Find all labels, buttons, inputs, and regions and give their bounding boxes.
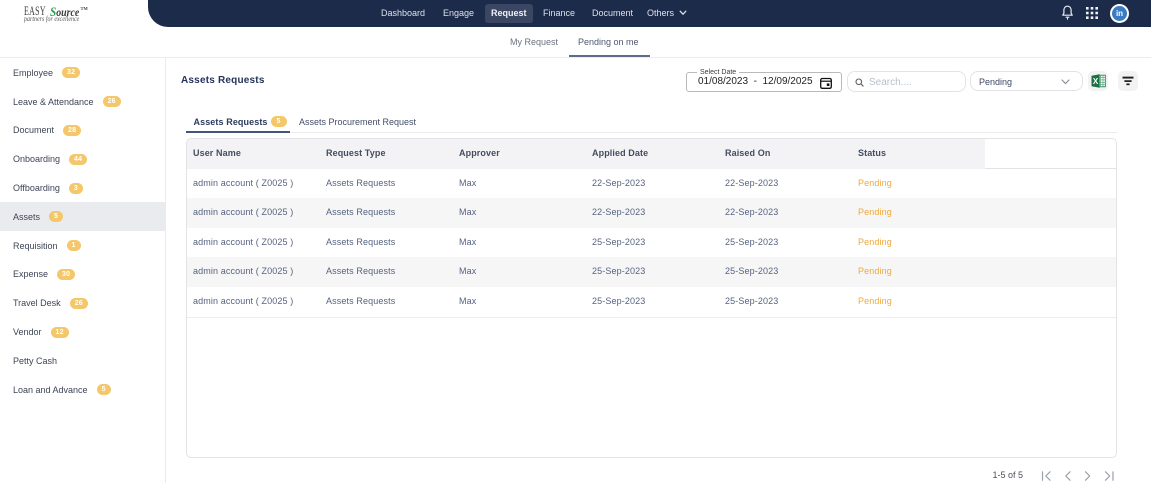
svg-text:X: X: [1092, 77, 1098, 86]
